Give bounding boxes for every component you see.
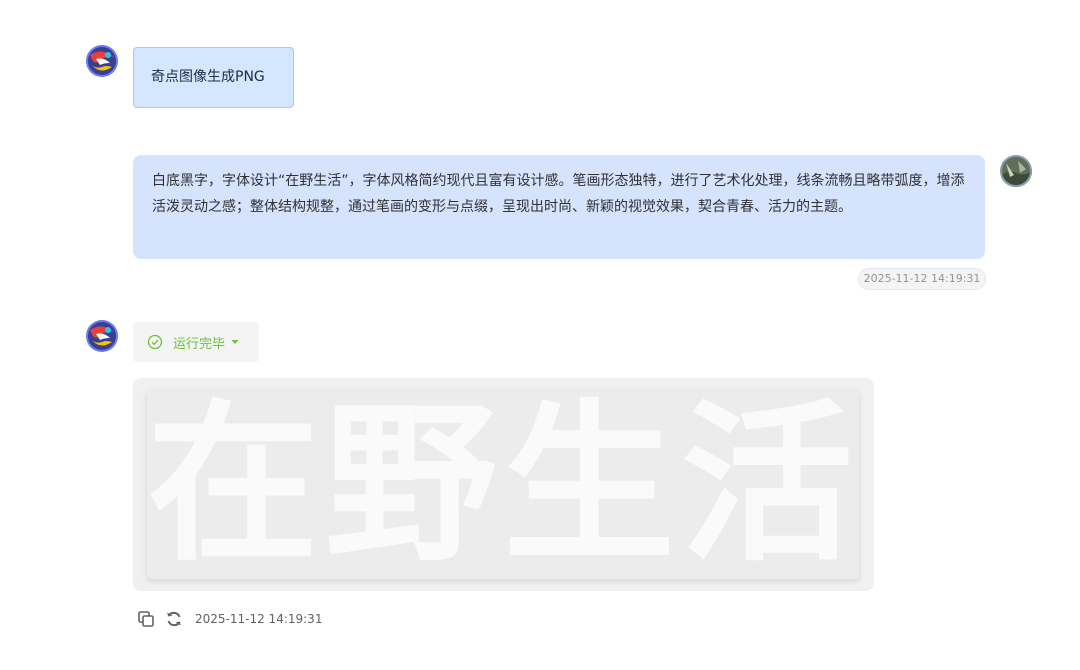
run-status-dropdown[interactable]: 运行完毕 [133,322,259,362]
assistant-avatar [86,320,118,352]
user-avatar [1000,155,1032,187]
refresh-icon[interactable] [165,610,183,628]
title-message-bubble: 奇点图像生成PNG [133,47,294,108]
run-status-label: 运行完毕 [173,336,226,352]
generated-image-card[interactable]: 在野生活 [133,378,874,591]
chat-page: 奇点图像生成PNG 白底黑字，字体设计“在野生活”，字体风格简约现代且富有设计感… [0,0,1080,670]
generated-image[interactable]: 在野生活 [147,390,859,579]
user-prompt-bubble: 白底黑字，字体设计“在野生活”，字体风格简约现代且富有设计感。笔画形态独特，进行… [133,155,985,259]
message-actions: 2025-11-12 14:19:31 [137,609,322,629]
check-circle-icon [147,334,163,350]
reply-timestamp: 2025-11-12 14:19:31 [195,612,323,626]
generated-image-text: 在野生活 [147,390,859,579]
user-message-timestamp: 2025-11-12 14:19:31 [858,268,986,290]
assistant-avatar [86,45,118,77]
copy-icon[interactable] [137,610,155,628]
caret-down-icon [231,340,239,344]
